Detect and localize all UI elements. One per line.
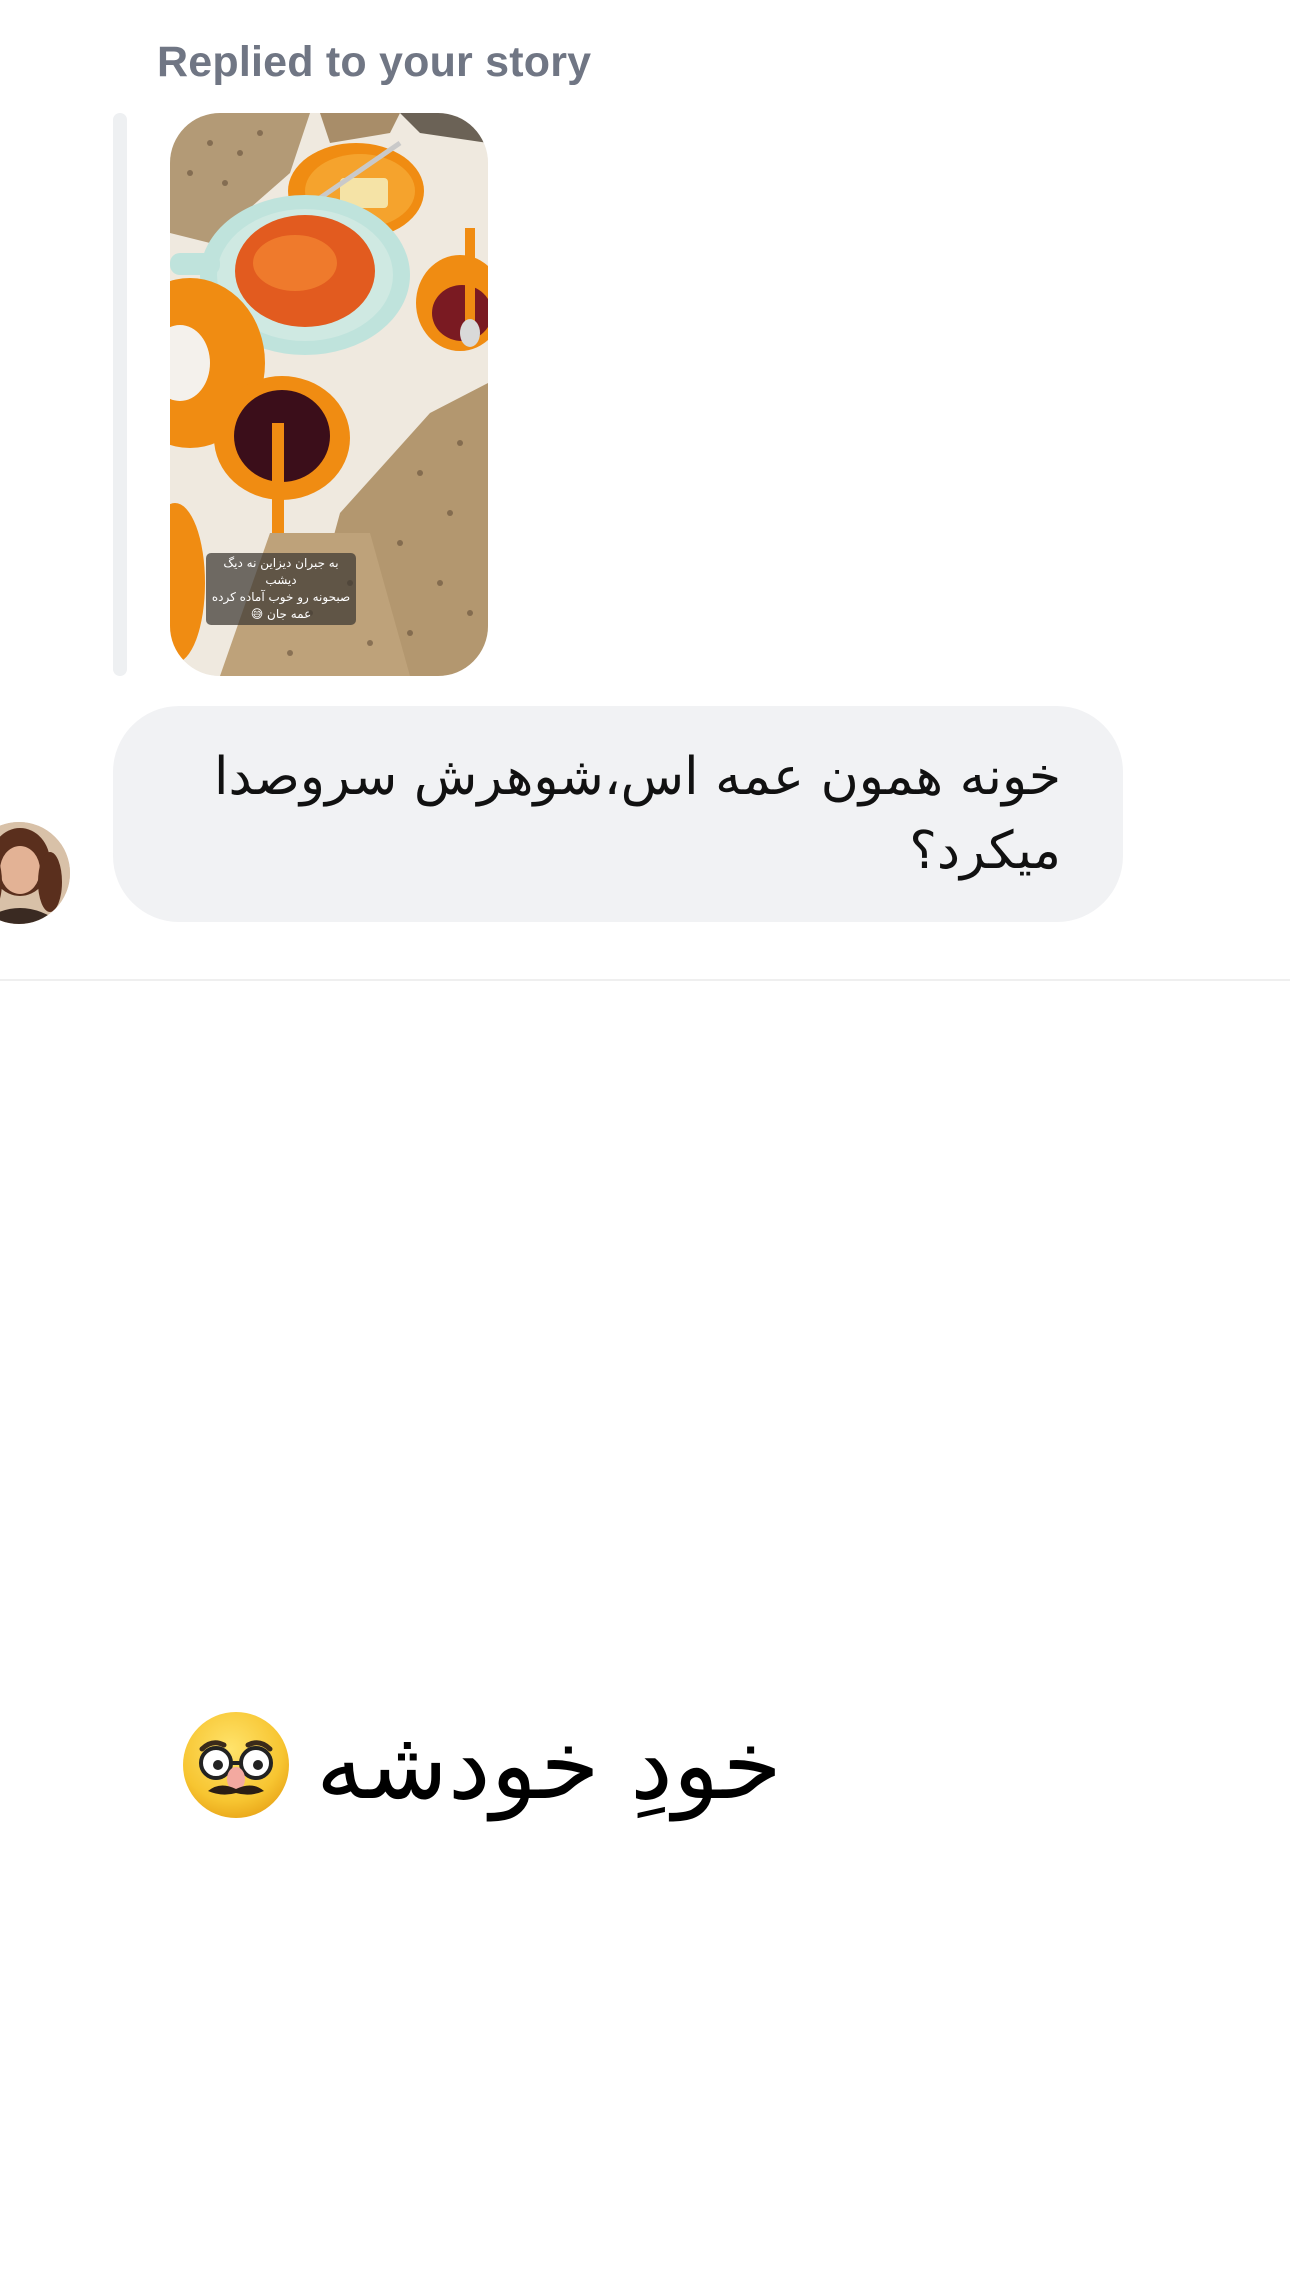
sender-avatar[interactable] — [0, 822, 70, 924]
story-caption-line-1: به جبران دیزاین نه دیگ دیشب — [223, 556, 339, 587]
received-message-text: خونه همون عمه اس،شوهرش سروصدا میکرد؟ — [214, 747, 1061, 881]
reply-message: خودِ خودشه — [180, 1700, 782, 1830]
avatar-photo — [0, 822, 70, 924]
story-caption-line-2: صبحونه رو خوب آماده کرده عمه جان 😅 — [211, 590, 351, 621]
story-thumbnail[interactable]: به جبران دیزاین نه دیگ دیشب صبحونه رو خو… — [170, 113, 488, 676]
reply-message-text: خودِ خودشه — [316, 1709, 782, 1821]
section-divider — [0, 979, 1290, 981]
disguised-face-icon — [183, 1712, 289, 1818]
received-message-bubble[interactable]: خونه همون عمه اس،شوهرش سروصدا میکرد؟ — [113, 706, 1123, 922]
replied-to-story-label: Replied to your story — [157, 38, 592, 86]
story-caption: به جبران دیزاین نه دیگ دیشب صبحونه رو خو… — [206, 553, 356, 625]
reply-indicator-bar — [113, 113, 127, 676]
